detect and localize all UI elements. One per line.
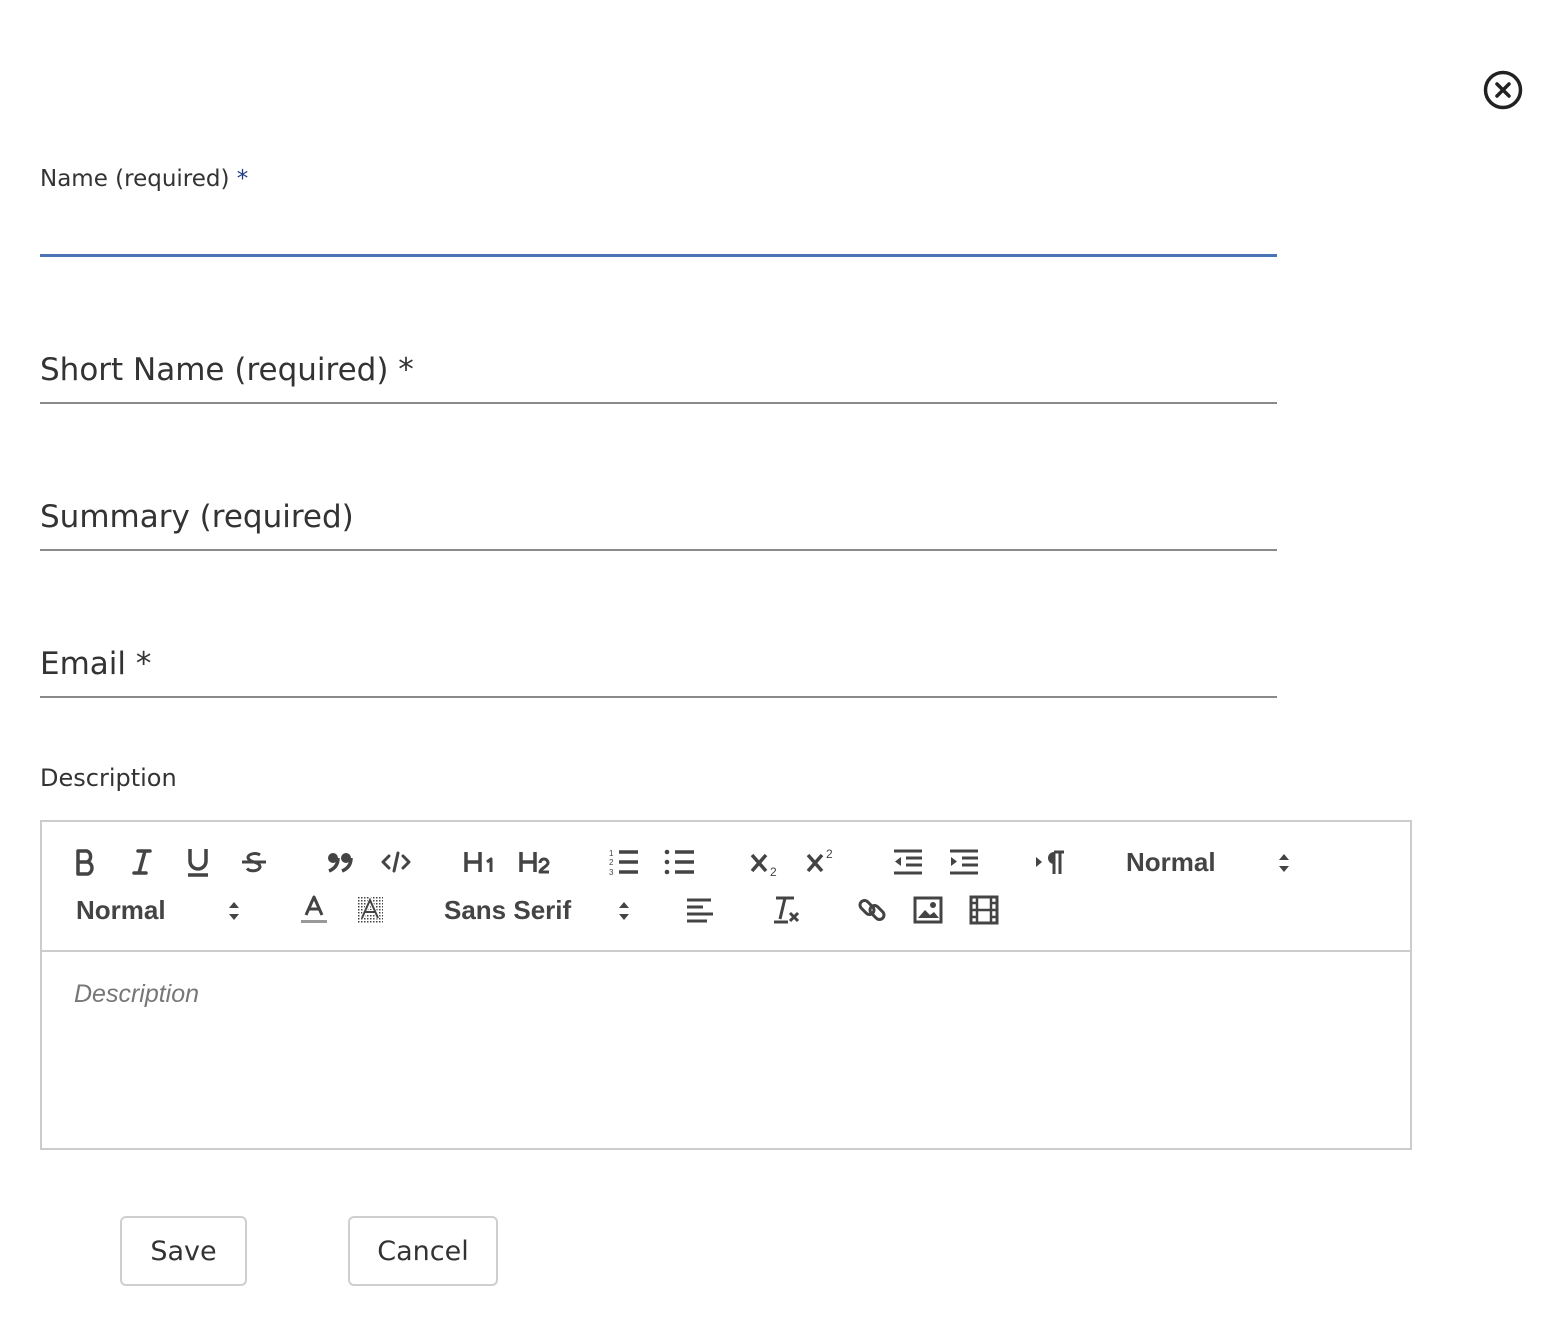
superscript-icon: 2 [806,847,833,873]
superscript-button[interactable]: 2 [804,844,840,880]
editor-toolbar: 123 2 2 Normal Normal Sans Serif [42,822,1410,952]
header-picker[interactable]: Normal [1126,844,1296,880]
short-name-input[interactable] [40,350,1277,390]
svg-text:3: 3 [609,868,614,876]
text-direction-icon [1036,850,1064,874]
color-button[interactable] [296,892,332,928]
save-button[interactable]: Save [120,1216,247,1286]
bullet-list-icon [664,849,694,875]
required-asterisk: * [236,166,249,192]
h1-icon [464,852,493,872]
summary-underline [40,549,1277,551]
video-icon [969,895,999,925]
indent-button[interactable] [946,844,982,880]
summary-field[interactable]: Summary (required) [40,497,1277,553]
align-button[interactable] [682,892,718,928]
size-picker[interactable]: Normal [76,892,246,928]
italic-icon [132,849,152,875]
italic-button[interactable] [124,844,160,880]
svg-text:2: 2 [826,847,833,861]
close-circle-icon [1483,70,1523,110]
name-input[interactable] [40,210,1277,250]
subscript-button[interactable]: 2 [748,844,784,880]
chevron-updown-icon [229,902,239,920]
name-field: Name (required) * [40,166,1277,260]
blockquote-button[interactable] [322,844,358,880]
direction-rtl-button[interactable] [1032,844,1068,880]
header-2-button[interactable] [518,844,554,880]
video-button[interactable] [966,892,1002,928]
email-underline [40,696,1277,698]
quote-icon [328,853,353,873]
underline-button[interactable] [180,844,216,880]
svg-text:2: 2 [609,858,614,867]
outdent-button[interactable] [890,844,926,880]
summary-input[interactable] [40,497,1277,537]
clean-button[interactable] [768,892,804,928]
name-underline [40,254,1277,257]
code-block-button[interactable] [378,844,414,880]
underline-icon [188,849,208,877]
cancel-button[interactable]: Cancel [348,1216,498,1286]
header-1-button[interactable] [462,844,498,880]
bold-button[interactable] [68,844,104,880]
description-label: Description [40,764,177,792]
name-label: Name (required) * [40,166,249,192]
bold-icon [76,849,94,876]
link-icon [858,899,886,921]
h2-icon [519,852,550,874]
font-picker-label: Sans Serif [444,894,572,925]
email-field[interactable]: Email * [40,644,1277,700]
chevron-updown-icon [619,902,629,920]
editor-placeholder: Description [74,980,200,1008]
font-picker[interactable]: Sans Serif [444,892,634,928]
background-button[interactable] [352,892,388,928]
link-button[interactable] [854,892,890,928]
bullet-list-button[interactable] [662,844,698,880]
image-button[interactable] [910,892,946,928]
close-button[interactable] [1483,70,1523,110]
image-icon [913,896,943,924]
ordered-list-button[interactable]: 123 [606,844,642,880]
clear-format-icon [774,896,800,924]
ordered-list-icon: 123 [609,849,638,876]
size-picker-label: Normal [76,894,166,925]
chevron-updown-icon [1279,854,1289,872]
align-left-icon [687,898,713,923]
header-picker-label: Normal [1126,846,1216,877]
strike-button[interactable] [236,844,272,880]
description-editor: 123 2 2 Normal Normal Sans Serif Descrip… [40,820,1412,1150]
strikethrough-icon [242,852,266,873]
code-icon [381,851,411,873]
editor-content-area[interactable]: Description [42,952,1410,1148]
outdent-icon [894,849,922,875]
svg-text:1: 1 [609,849,614,858]
svg-text:2: 2 [770,865,777,877]
background-color-icon [357,895,383,923]
subscript-icon: 2 [750,853,777,877]
short-name-underline [40,402,1277,404]
email-input[interactable] [40,644,1277,684]
form-dialog: Name (required) * Short Name (required) … [0,0,1568,1330]
indent-icon [950,849,978,875]
short-name-field[interactable]: Short Name (required) * [40,350,1277,406]
text-color-icon [301,895,327,923]
